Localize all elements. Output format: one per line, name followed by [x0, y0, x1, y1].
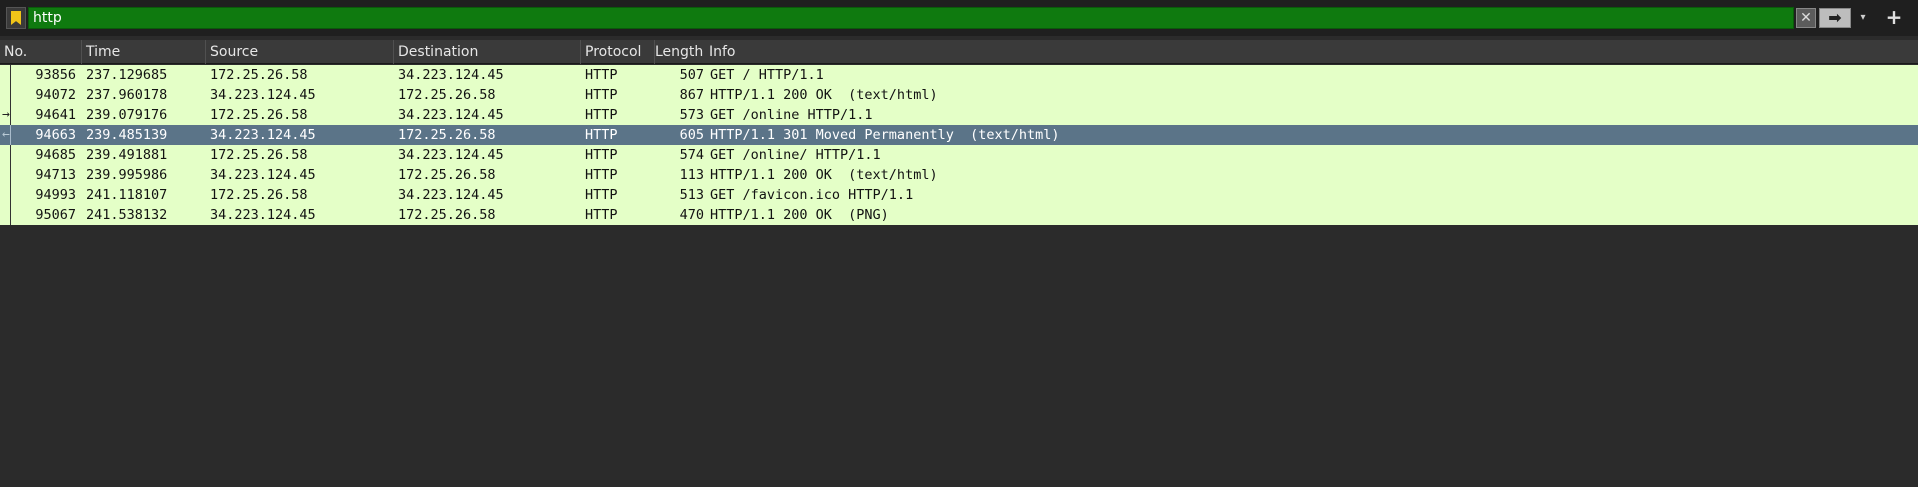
- clear-filter-button[interactable]: ✕: [1796, 8, 1816, 28]
- arrow-right-icon: ➡: [1828, 8, 1842, 27]
- packet-source: 34.223.124.45: [210, 127, 316, 143]
- column-header-protocol[interactable]: Protocol: [581, 40, 655, 64]
- packet-time: 237.960178: [86, 87, 168, 103]
- apply-filter-button[interactable]: ➡: [1819, 8, 1851, 28]
- packet-number: 93856: [35, 67, 76, 83]
- packet-number: 94713: [35, 167, 76, 183]
- packet-destination: 172.25.26.58: [398, 167, 496, 183]
- packet-protocol: HTTP: [585, 87, 618, 103]
- packet-time: 239.995986: [86, 167, 168, 183]
- packet-destination: 34.223.124.45: [398, 147, 504, 163]
- column-header-destination[interactable]: Destination: [394, 40, 581, 64]
- packet-info: GET /favicon.ico HTTP/1.1: [710, 187, 914, 203]
- column-header-length[interactable]: Length: [651, 40, 707, 64]
- plus-icon: +: [1885, 5, 1903, 29]
- packet-row[interactable]: → 94641 239.079176 172.25.26.58 34.223.124.4…: [0, 105, 1918, 125]
- packet-list-header: No. Time Source Destination Protocol Len…: [0, 40, 1918, 64]
- chevron-down-icon: ▾: [1860, 12, 1866, 23]
- packet-time: 241.538132: [86, 207, 168, 223]
- packet-row[interactable]: 94993 241.118107 172.25.26.58 34.223.124.45…: [0, 185, 1918, 205]
- packet-source: 34.223.124.45: [210, 87, 316, 103]
- packet-number: 94685: [35, 147, 76, 163]
- packet-protocol: HTTP: [585, 207, 618, 223]
- packet-length: 573: [679, 107, 704, 123]
- packet-time: 237.129685: [86, 67, 168, 83]
- packet-row[interactable]: 94685 239.491881 172.25.26.58 34.223.124.45…: [0, 145, 1918, 165]
- packet-destination: 34.223.124.45: [398, 67, 504, 83]
- packet-row[interactable]: 94072 237.960178 34.223.124.45 172.25.26.58…: [0, 85, 1918, 105]
- packet-list-empty-area: [0, 225, 1918, 487]
- display-filter-input[interactable]: [28, 7, 1794, 29]
- packet-number: 94641: [35, 107, 76, 123]
- packet-length: 867: [679, 87, 704, 103]
- packet-row[interactable]: 95067 241.538132 34.223.124.45 172.25.26.58…: [0, 205, 1918, 225]
- packet-destination: 34.223.124.45: [398, 187, 504, 203]
- packet-protocol: HTTP: [585, 187, 618, 203]
- packet-length: 605: [679, 127, 704, 143]
- packet-source: 172.25.26.58: [210, 67, 308, 83]
- packet-number: 94993: [35, 187, 76, 203]
- packet-source: 34.223.124.45: [210, 167, 316, 183]
- packet-destination: 34.223.124.45: [398, 107, 504, 123]
- packet-protocol: HTTP: [585, 167, 618, 183]
- packet-source: 172.25.26.58: [210, 107, 308, 123]
- column-header-no[interactable]: No.: [0, 40, 82, 64]
- packet-length: 470: [679, 207, 704, 223]
- packet-info: GET / HTTP/1.1: [710, 67, 824, 83]
- bookmark-icon: [11, 11, 21, 25]
- packet-number: 94072: [35, 87, 76, 103]
- packet-destination: 172.25.26.58: [398, 87, 496, 103]
- packet-row[interactable]: ← 94663 239.485139 34.223.124.45 172.25.26.5…: [0, 125, 1918, 145]
- packet-protocol: HTTP: [585, 67, 618, 83]
- packet-protocol: HTTP: [585, 127, 618, 143]
- packet-row[interactable]: 94713 239.995986 34.223.124.45 172.25.26.58…: [0, 165, 1918, 185]
- clear-icon: ✕: [1800, 10, 1812, 26]
- packet-length: 113: [679, 167, 704, 183]
- packet-source: 172.25.26.58: [210, 187, 308, 203]
- packet-protocol: HTTP: [585, 147, 618, 163]
- packet-number: 94663: [35, 127, 76, 143]
- packet-destination: 172.25.26.58: [398, 127, 496, 143]
- packet-length: 507: [679, 67, 704, 83]
- column-header-time[interactable]: Time: [82, 40, 206, 64]
- add-filter-button-button[interactable]: +: [1880, 6, 1908, 30]
- recent-filters-dropdown[interactable]: ▾: [1853, 8, 1873, 28]
- packet-protocol: HTTP: [585, 107, 618, 123]
- packet-time: 239.491881: [86, 147, 168, 163]
- packet-source: 172.25.26.58: [210, 147, 308, 163]
- packet-info: HTTP/1.1 200 OK (PNG): [710, 207, 889, 223]
- packet-row[interactable]: 93856 237.129685 172.25.26.58 34.223.124.45…: [0, 65, 1918, 85]
- packet-length: 574: [679, 147, 704, 163]
- packet-destination: 172.25.26.58: [398, 207, 496, 223]
- packet-source: 34.223.124.45: [210, 207, 316, 223]
- packet-time: 239.485139: [86, 127, 168, 143]
- packet-number: 95067: [35, 207, 76, 223]
- column-header-source[interactable]: Source: [206, 40, 394, 64]
- packet-info: HTTP/1.1 200 OK (text/html): [710, 167, 938, 183]
- packet-info: GET /online HTTP/1.1: [710, 107, 873, 123]
- packet-time: 241.118107: [86, 187, 168, 203]
- packet-time: 239.079176: [86, 107, 168, 123]
- packet-info: GET /online/ HTTP/1.1: [710, 147, 881, 163]
- display-filter-toolbar: ✕ ➡ ▾ +: [0, 0, 1918, 36]
- column-header-info[interactable]: Info: [705, 40, 1918, 64]
- packet-info: HTTP/1.1 301 Moved Permanently (text/htm…: [710, 127, 1060, 143]
- filter-bookmark-button[interactable]: [6, 7, 26, 29]
- packet-length: 513: [679, 187, 704, 203]
- packet-info: HTTP/1.1 200 OK (text/html): [710, 87, 938, 103]
